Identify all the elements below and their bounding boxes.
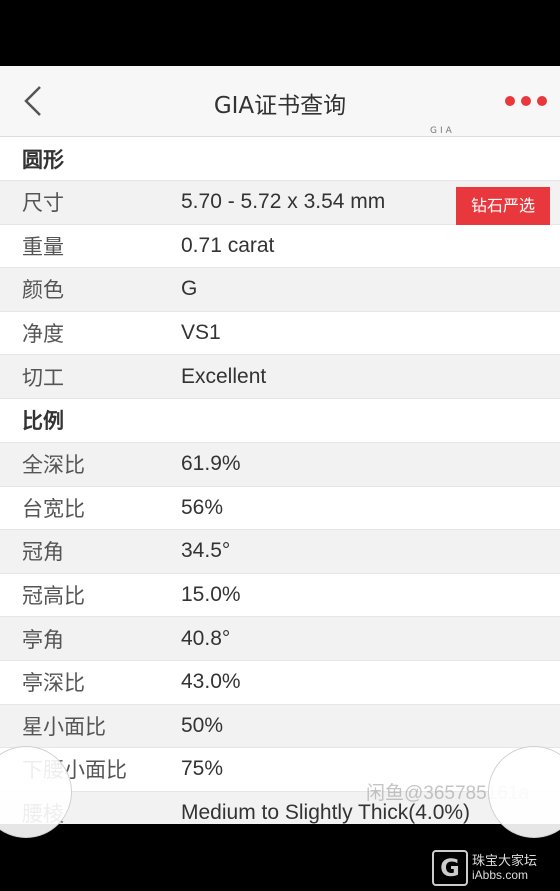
row-value: 75% bbox=[181, 757, 224, 781]
row-label: 净度 bbox=[22, 322, 64, 347]
row-size: 尺寸 5.70 - 5.72 x 3.54 mm 钻石严选 bbox=[0, 181, 560, 225]
row-label: 重量 bbox=[22, 234, 64, 259]
row-value: 43.0% bbox=[181, 670, 241, 694]
row-value: 15.0% bbox=[181, 583, 241, 607]
row-weight: 重量 0.71 carat bbox=[0, 224, 560, 269]
row-label: 亭深比 bbox=[22, 671, 85, 696]
row-clarity: 净度 VS1 bbox=[0, 311, 560, 356]
row-label: 亭角 bbox=[22, 627, 64, 652]
row-label: 颜色 bbox=[22, 278, 64, 303]
diamond-select-button[interactable]: 钻石严选 bbox=[456, 187, 550, 225]
row-value: 34.5° bbox=[181, 539, 231, 563]
row-value: 56% bbox=[181, 495, 224, 519]
row-label: 台宽比 bbox=[22, 496, 85, 521]
more-dots-icon[interactable] bbox=[504, 94, 548, 108]
page-title: GIA证书查询 bbox=[213, 93, 347, 119]
row-label: 星小面比 bbox=[22, 714, 106, 739]
row-star-length: 星小面比 50% bbox=[0, 704, 560, 749]
row-label: 尺寸 bbox=[22, 191, 64, 216]
row-crown-angle: 冠角 34.5° bbox=[0, 530, 560, 574]
row-value: 5.70 - 5.72 x 3.54 mm bbox=[181, 190, 386, 214]
section-shape: 圆形 bbox=[0, 137, 560, 181]
row-label: 冠高比 bbox=[22, 584, 85, 609]
app-screen: GIA证书查询 GIA none 圆形 尺寸 5.70 - 5.72 x 3.5… bbox=[0, 66, 560, 824]
row-value: G bbox=[181, 277, 198, 301]
row-value: 40.8° bbox=[181, 626, 231, 650]
row-pavilion-angle: 亭角 40.8° bbox=[0, 617, 560, 661]
row-label: 冠角 bbox=[22, 540, 64, 565]
row-color: 颜色 G bbox=[0, 268, 560, 312]
section-title: 比例 bbox=[22, 409, 64, 434]
row-pavilion-depth: 亭深比 43.0% bbox=[0, 660, 560, 705]
row-value: Excellent bbox=[181, 364, 267, 388]
details-list: 圆形 尺寸 5.70 - 5.72 x 3.54 mm 钻石严选 重量 0.71… bbox=[0, 137, 560, 824]
row-crown-height: 冠高比 15.0% bbox=[0, 573, 560, 618]
row-value: VS1 bbox=[181, 321, 221, 345]
row-cut: 切工 Excellent bbox=[0, 355, 560, 399]
row-table: 台宽比 56% bbox=[0, 486, 560, 531]
row-label: 全深比 bbox=[22, 453, 85, 478]
row-value: 61.9% bbox=[181, 452, 241, 476]
forum-logo: G 珠宝大家坛 iAbbs.com bbox=[432, 846, 558, 886]
section-proportions: 比例 bbox=[0, 398, 560, 443]
row-value: 50% bbox=[181, 713, 224, 737]
row-label: 切工 bbox=[22, 365, 64, 390]
row-total-depth: 全深比 61.9% bbox=[0, 442, 560, 487]
row-value: 0.71 carat bbox=[181, 233, 275, 257]
forum-g-icon: G bbox=[432, 850, 468, 886]
section-title: 圆形 bbox=[22, 147, 64, 172]
